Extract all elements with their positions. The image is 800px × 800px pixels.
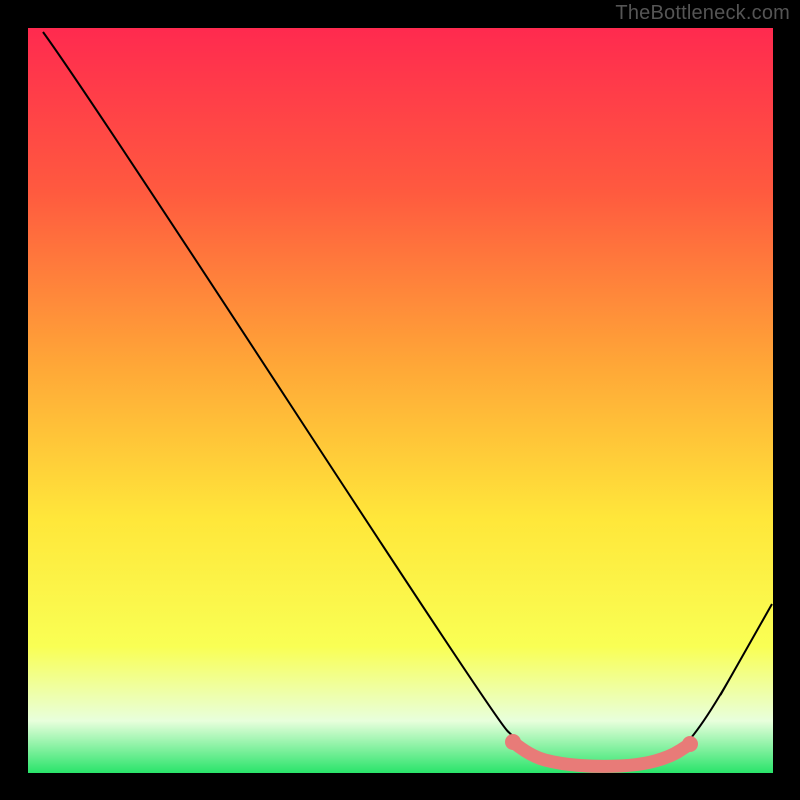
chart-svg: [0, 0, 800, 800]
gradient-background: [28, 28, 773, 773]
highlight-start-cap: [505, 734, 521, 750]
highlight-end-cap: [682, 736, 698, 752]
chart-stage: TheBottleneck.com: [0, 0, 800, 800]
watermark-text: TheBottleneck.com: [615, 2, 790, 25]
